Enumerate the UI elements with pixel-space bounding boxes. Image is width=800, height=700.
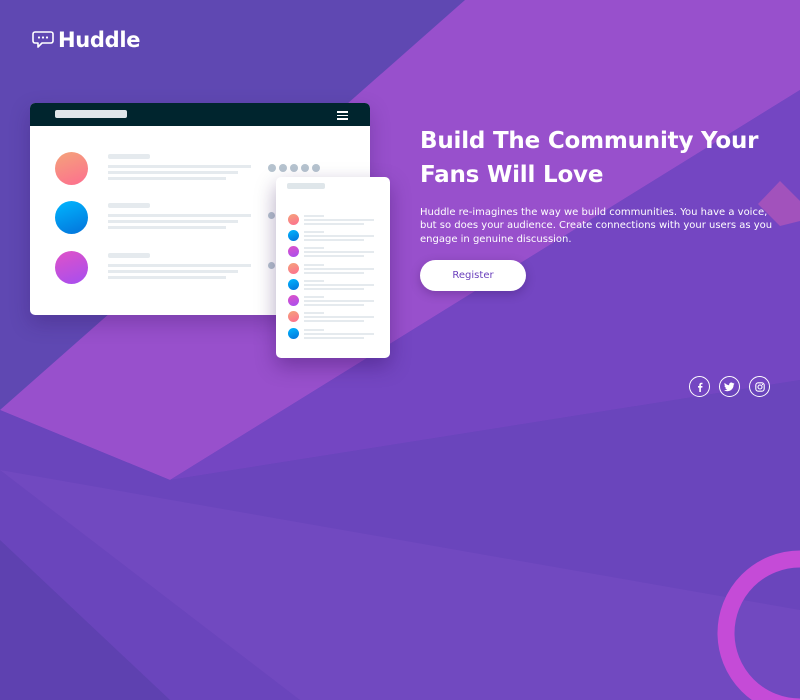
mockup-dot [268, 262, 275, 269]
brand-logo[interactable]: Huddle [32, 26, 141, 54]
mockup-title-bar [30, 103, 370, 126]
facebook-link[interactable] [689, 376, 710, 397]
mockup-feed-row [55, 150, 255, 190]
mockup-list-row [288, 311, 378, 323]
hero-description: Huddle re-imagines the way we build comm… [420, 207, 773, 245]
mockup-feed-row [55, 249, 255, 289]
twitter-link[interactable] [719, 376, 740, 397]
facebook-icon [697, 382, 702, 392]
hamburger-menu-icon [369, 183, 379, 194]
social-links [689, 376, 770, 397]
mockup-list-row [288, 279, 378, 291]
mockup-list-row [288, 214, 378, 226]
avatar [55, 251, 88, 284]
register-button[interactable]: Register [420, 260, 526, 292]
mockup-list-row [288, 263, 378, 275]
mockup-title-bar [276, 177, 390, 196]
mockup-list-row [288, 230, 378, 242]
avatar [55, 152, 88, 185]
mockup-url-bar [287, 183, 325, 189]
mockup-url-bar [55, 110, 127, 118]
avatar [55, 201, 88, 234]
mockup-list-row [288, 328, 378, 340]
mockup-list-row [288, 246, 378, 258]
hamburger-menu-icon [337, 111, 348, 122]
mockup-list-row [288, 295, 378, 307]
instagram-link[interactable] [749, 376, 770, 397]
mockup-feed-row [55, 199, 255, 239]
brand-name: Huddle [58, 28, 141, 52]
mockup-user-dots [268, 164, 320, 172]
chat-bubble-icon [32, 31, 54, 48]
twitter-icon [724, 382, 735, 391]
hero-headline: Build The Community Your Fans Will Love [420, 128, 759, 188]
instagram-icon [754, 381, 765, 392]
hero-section: Build The Community Your Fans Will Love … [420, 124, 790, 292]
mobile-mockup-illustration [276, 177, 390, 358]
mockup-dot [268, 212, 275, 219]
